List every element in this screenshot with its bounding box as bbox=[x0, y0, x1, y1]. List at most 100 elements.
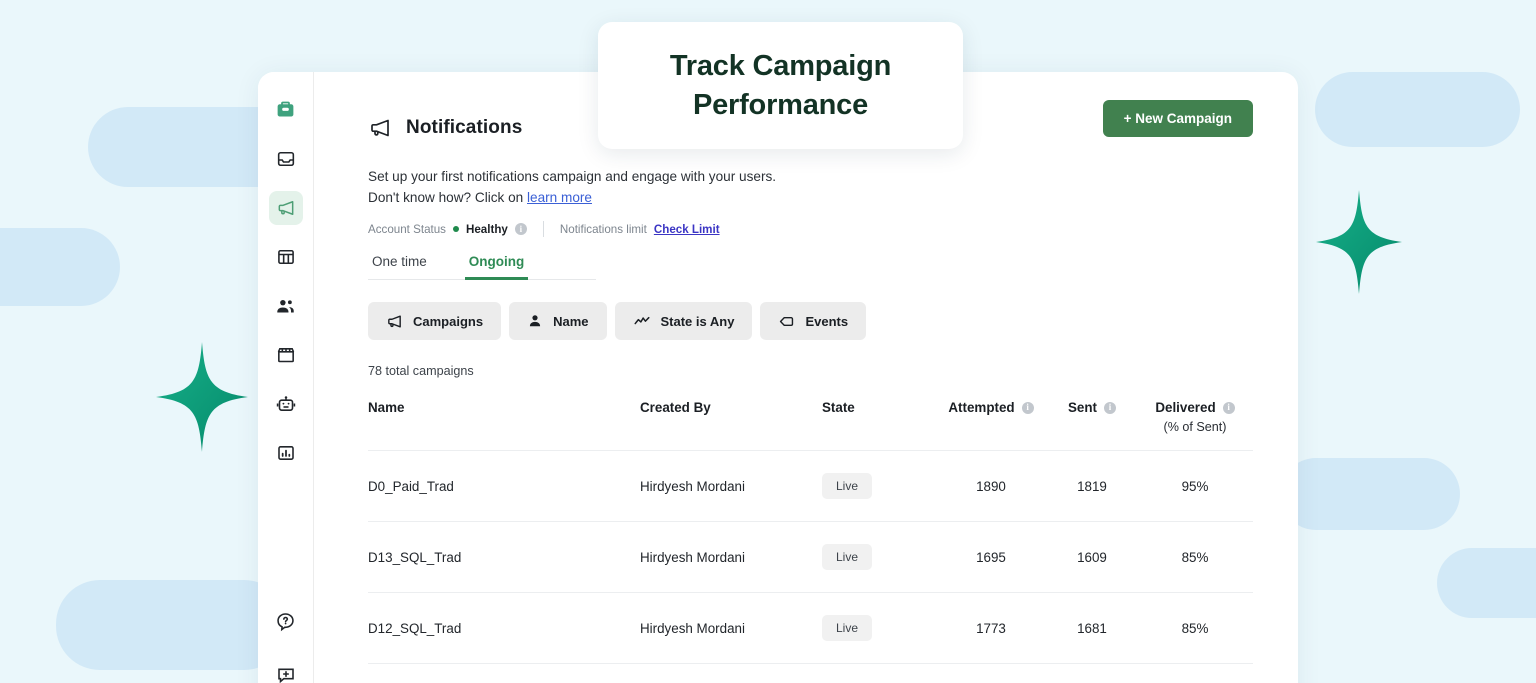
sidebar-item-segments[interactable] bbox=[269, 289, 303, 323]
table-header-row: Name Created By State Attempted i Sent i… bbox=[368, 392, 1253, 452]
column-label: Attempted bbox=[948, 400, 1015, 416]
info-icon[interactable]: i bbox=[1104, 401, 1117, 414]
account-status-label: Account Status bbox=[368, 222, 446, 236]
column-header-state[interactable]: State bbox=[822, 392, 935, 452]
megaphone-icon bbox=[386, 313, 403, 330]
new-campaign-button[interactable]: + New Campaign bbox=[1102, 100, 1253, 137]
cell-delivered: 95% bbox=[1137, 450, 1253, 523]
cell-name[interactable]: D13_SQL_Trad bbox=[368, 521, 640, 594]
add-comment-icon bbox=[276, 665, 296, 683]
check-limit-link[interactable]: Check Limit bbox=[654, 223, 720, 236]
sidebar-item-feedback[interactable] bbox=[269, 658, 303, 683]
person-icon bbox=[527, 313, 543, 329]
storefront-icon bbox=[276, 345, 296, 365]
column-header-sent[interactable]: Sent i bbox=[1047, 392, 1137, 452]
status-badge: Healthy bbox=[465, 222, 508, 236]
cell-created-by: Hirdyesh Mordani bbox=[640, 450, 822, 523]
notifications-limit-label: Notifications limit bbox=[559, 222, 647, 236]
info-icon[interactable]: i bbox=[1021, 401, 1034, 414]
callout-line-1: Track Campaign bbox=[669, 49, 892, 82]
state-badge: Live bbox=[822, 544, 873, 571]
callout-text: Track Campaign Performance bbox=[670, 47, 891, 124]
sidebar-item-store[interactable] bbox=[269, 338, 303, 372]
tab-one-time[interactable]: One time bbox=[368, 245, 431, 280]
sidebar-item-analytics[interactable] bbox=[269, 436, 303, 470]
decorative-pill bbox=[0, 228, 120, 306]
app-window: Notifications + New Campaign Set up your… bbox=[258, 72, 1298, 683]
info-icon[interactable]: i bbox=[514, 223, 527, 236]
robot-icon bbox=[276, 394, 296, 414]
sidebar-item-inbox[interactable] bbox=[269, 142, 303, 176]
sidebar-item-briefcase[interactable] bbox=[269, 92, 303, 126]
sidebar-item-dashboards[interactable] bbox=[269, 240, 303, 274]
callout-card: Track Campaign Performance bbox=[598, 22, 963, 149]
state-badge: Live bbox=[822, 615, 873, 642]
filter-label: Campaigns bbox=[413, 313, 484, 329]
column-label: Created By bbox=[640, 400, 711, 416]
sidebar-item-help[interactable] bbox=[269, 604, 303, 638]
cell-attempted: 1695 bbox=[935, 521, 1047, 594]
tag-icon bbox=[778, 313, 795, 330]
column-label: Delivered bbox=[1155, 400, 1216, 416]
inbox-icon bbox=[276, 149, 296, 169]
account-status-row: Account Status Healthy i Notifications l… bbox=[368, 221, 1253, 238]
cell-attempted: 1890 bbox=[935, 450, 1047, 523]
filter-label: Name bbox=[553, 313, 589, 329]
total-campaigns-count: 78 total campaigns bbox=[368, 364, 474, 379]
filter-bar: Campaigns Name State is Any Events bbox=[368, 302, 1253, 341]
cell-sent: 1681 bbox=[1047, 592, 1137, 665]
cell-sent: 1609 bbox=[1047, 521, 1137, 594]
column-header-delivered[interactable]: Delivered i (% of Sent) bbox=[1137, 392, 1253, 452]
info-icon[interactable]: i bbox=[1222, 401, 1235, 414]
cell-name[interactable]: D0_Paid_Trad bbox=[368, 450, 640, 523]
column-label: Name bbox=[368, 400, 405, 416]
cell-state: Live bbox=[822, 592, 935, 665]
filter-state-button[interactable]: State is Any bbox=[614, 302, 753, 341]
table-body: D0_Paid_Trad Hirdyesh Mordani Live 1890 … bbox=[368, 450, 1253, 665]
bar-chart-icon bbox=[276, 443, 296, 463]
cell-state: Live bbox=[822, 450, 935, 523]
campaigns-table: Name Created By State Attempted i Sent i… bbox=[368, 392, 1253, 665]
table-row[interactable]: D0_Paid_Trad Hirdyesh Mordani Live 1890 … bbox=[368, 450, 1253, 523]
main-content: Notifications + New Campaign Set up your… bbox=[314, 72, 1298, 683]
cell-state: Live bbox=[822, 521, 935, 594]
intro-line-1: Set up your first notifications campaign… bbox=[368, 169, 777, 184]
briefcase-icon bbox=[275, 99, 296, 120]
cell-name[interactable]: D12_SQL_Trad bbox=[368, 592, 640, 665]
intro-text: Set up your first notifications campaign… bbox=[368, 166, 1253, 208]
campaign-tabs: One time Ongoing bbox=[368, 245, 596, 281]
cell-created-by: Hirdyesh Mordani bbox=[640, 592, 822, 665]
column-header-attempted[interactable]: Attempted i bbox=[935, 392, 1047, 452]
sidebar-item-notifications[interactable] bbox=[268, 191, 303, 225]
page-title: Notifications bbox=[406, 117, 523, 138]
cell-attempted: 1773 bbox=[935, 592, 1047, 665]
decorative-pill bbox=[1280, 458, 1460, 530]
filter-name-button[interactable]: Name bbox=[509, 302, 607, 341]
filter-label: Events bbox=[805, 313, 849, 329]
cell-delivered: 85% bbox=[1137, 592, 1253, 665]
divider bbox=[542, 221, 544, 238]
trend-line-icon bbox=[633, 312, 651, 330]
sidebar-nav bbox=[258, 72, 314, 683]
tab-ongoing[interactable]: Ongoing bbox=[464, 245, 529, 281]
table-row[interactable]: D12_SQL_Trad Hirdyesh Mordani Live 1773 … bbox=[368, 592, 1253, 665]
callout-line-2: Performance bbox=[692, 88, 869, 121]
column-header-created-by[interactable]: Created By bbox=[640, 392, 822, 452]
table-header: Name Created By State Attempted i Sent i… bbox=[368, 392, 1253, 452]
decorative-pill bbox=[1437, 548, 1536, 618]
cell-created-by: Hirdyesh Mordani bbox=[640, 521, 822, 594]
filter-events-button[interactable]: Events bbox=[760, 302, 867, 341]
cell-sent: 1819 bbox=[1047, 450, 1137, 523]
filter-campaigns-button[interactable]: Campaigns bbox=[368, 302, 502, 341]
column-label: State bbox=[822, 400, 855, 416]
megaphone-icon bbox=[368, 116, 392, 140]
cell-delivered: 85% bbox=[1137, 521, 1253, 594]
page-title-group: Notifications bbox=[368, 116, 522, 140]
sidebar-item-automation[interactable] bbox=[269, 387, 303, 421]
table-row[interactable]: D13_SQL_Trad Hirdyesh Mordani Live 1695 … bbox=[368, 521, 1253, 594]
intro-line-2-prefix: Don't know how? Click on bbox=[368, 190, 527, 206]
help-circle-icon bbox=[275, 611, 296, 632]
people-icon bbox=[275, 296, 296, 317]
column-header-name[interactable]: Name bbox=[368, 392, 640, 452]
learn-more-link[interactable]: learn more bbox=[527, 190, 592, 205]
